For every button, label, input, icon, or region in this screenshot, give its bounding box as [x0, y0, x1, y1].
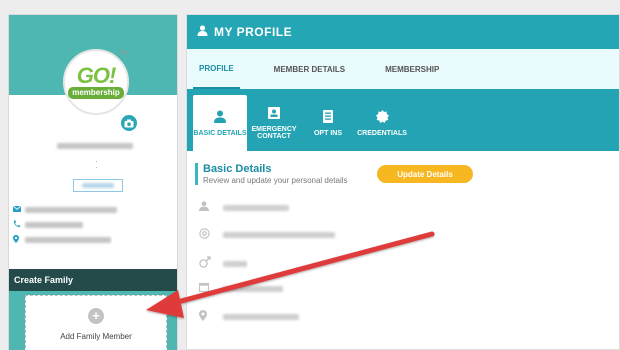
add-family-member-button[interactable]: + Add Family Member	[25, 295, 167, 350]
contact-address	[13, 235, 111, 245]
gear-badge-icon	[375, 109, 389, 126]
envelope-icon	[12, 205, 25, 214]
profile-card: GO! membership TM · ·	[9, 15, 177, 251]
contact-email	[12, 205, 117, 214]
profile-tabs: PROFILE MEMBER DETAILS MEMBERSHIP	[187, 49, 619, 89]
field-name	[199, 201, 289, 214]
subtab-opt-ins[interactable]: OPT INS	[301, 95, 355, 151]
basic-details-heading: Basic Details Review and update your per…	[195, 163, 348, 185]
user-badge-icon	[214, 110, 226, 126]
basic-details-title: Basic Details	[203, 163, 272, 175]
subtab-emergency-contact[interactable]: EMERGENCY CONTACT	[247, 95, 301, 151]
location-pin-icon	[13, 235, 25, 245]
name-divider: · ·	[95, 157, 98, 172]
subtab-label: OPT INS	[313, 129, 342, 137]
logo-trademark: TM	[119, 51, 128, 57]
basic-details-subtitle: Review and update your personal details	[203, 176, 348, 185]
subtab-credentials[interactable]: CREDENTIALS	[355, 95, 409, 151]
field-birthdate	[198, 282, 283, 295]
profile-panel: MY PROFILE PROFILE MEMBER DETAILS MEMBER…	[186, 14, 620, 350]
create-family-header: Create Family	[9, 269, 177, 291]
profile-sidebar: GO! membership TM · · Create Family + Ad…	[8, 14, 178, 350]
member-id-box	[73, 179, 123, 192]
field-email	[199, 228, 335, 242]
phone-icon	[13, 220, 25, 230]
subtab-label: EMERGENCY CONTACT	[251, 125, 297, 140]
add-family-member-label: Add Family Member	[60, 331, 132, 341]
contact-phone	[13, 220, 83, 230]
field-gender	[199, 256, 247, 271]
tab-member-details[interactable]: MEMBER DETAILS	[268, 49, 351, 89]
contact-card-icon	[268, 106, 280, 122]
tab-membership[interactable]: MEMBERSHIP	[379, 49, 445, 89]
location-pin-icon	[199, 310, 217, 324]
field-address	[199, 310, 299, 324]
user-icon	[199, 201, 217, 214]
calendar-icon	[198, 282, 217, 295]
subtab-label: BASIC DETAILS	[193, 129, 247, 137]
page-title: MY PROFILE	[214, 25, 293, 39]
member-name-redacted	[57, 143, 133, 149]
avatar: GO! membership	[63, 49, 129, 115]
update-details-button[interactable]: Update Details	[377, 165, 473, 183]
subtab-label: CREDENTIALS	[357, 129, 407, 137]
gender-icon	[199, 256, 217, 271]
family-area: + Add Family Member	[9, 291, 177, 350]
logo-text: GO!	[76, 62, 117, 88]
at-icon	[199, 228, 217, 242]
tab-profile[interactable]: PROFILE	[193, 49, 240, 89]
user-icon	[197, 25, 208, 39]
camera-icon[interactable]	[121, 115, 137, 131]
document-list-icon	[323, 109, 333, 126]
details-subnav: BASIC DETAILS EMERGENCY CONTACT OPT INS …	[187, 89, 619, 151]
plus-icon: +	[88, 307, 104, 324]
logo-sub: membership	[68, 86, 124, 99]
subtab-basic-details[interactable]: BASIC DETAILS	[193, 95, 247, 151]
page-header: MY PROFILE	[187, 15, 619, 49]
